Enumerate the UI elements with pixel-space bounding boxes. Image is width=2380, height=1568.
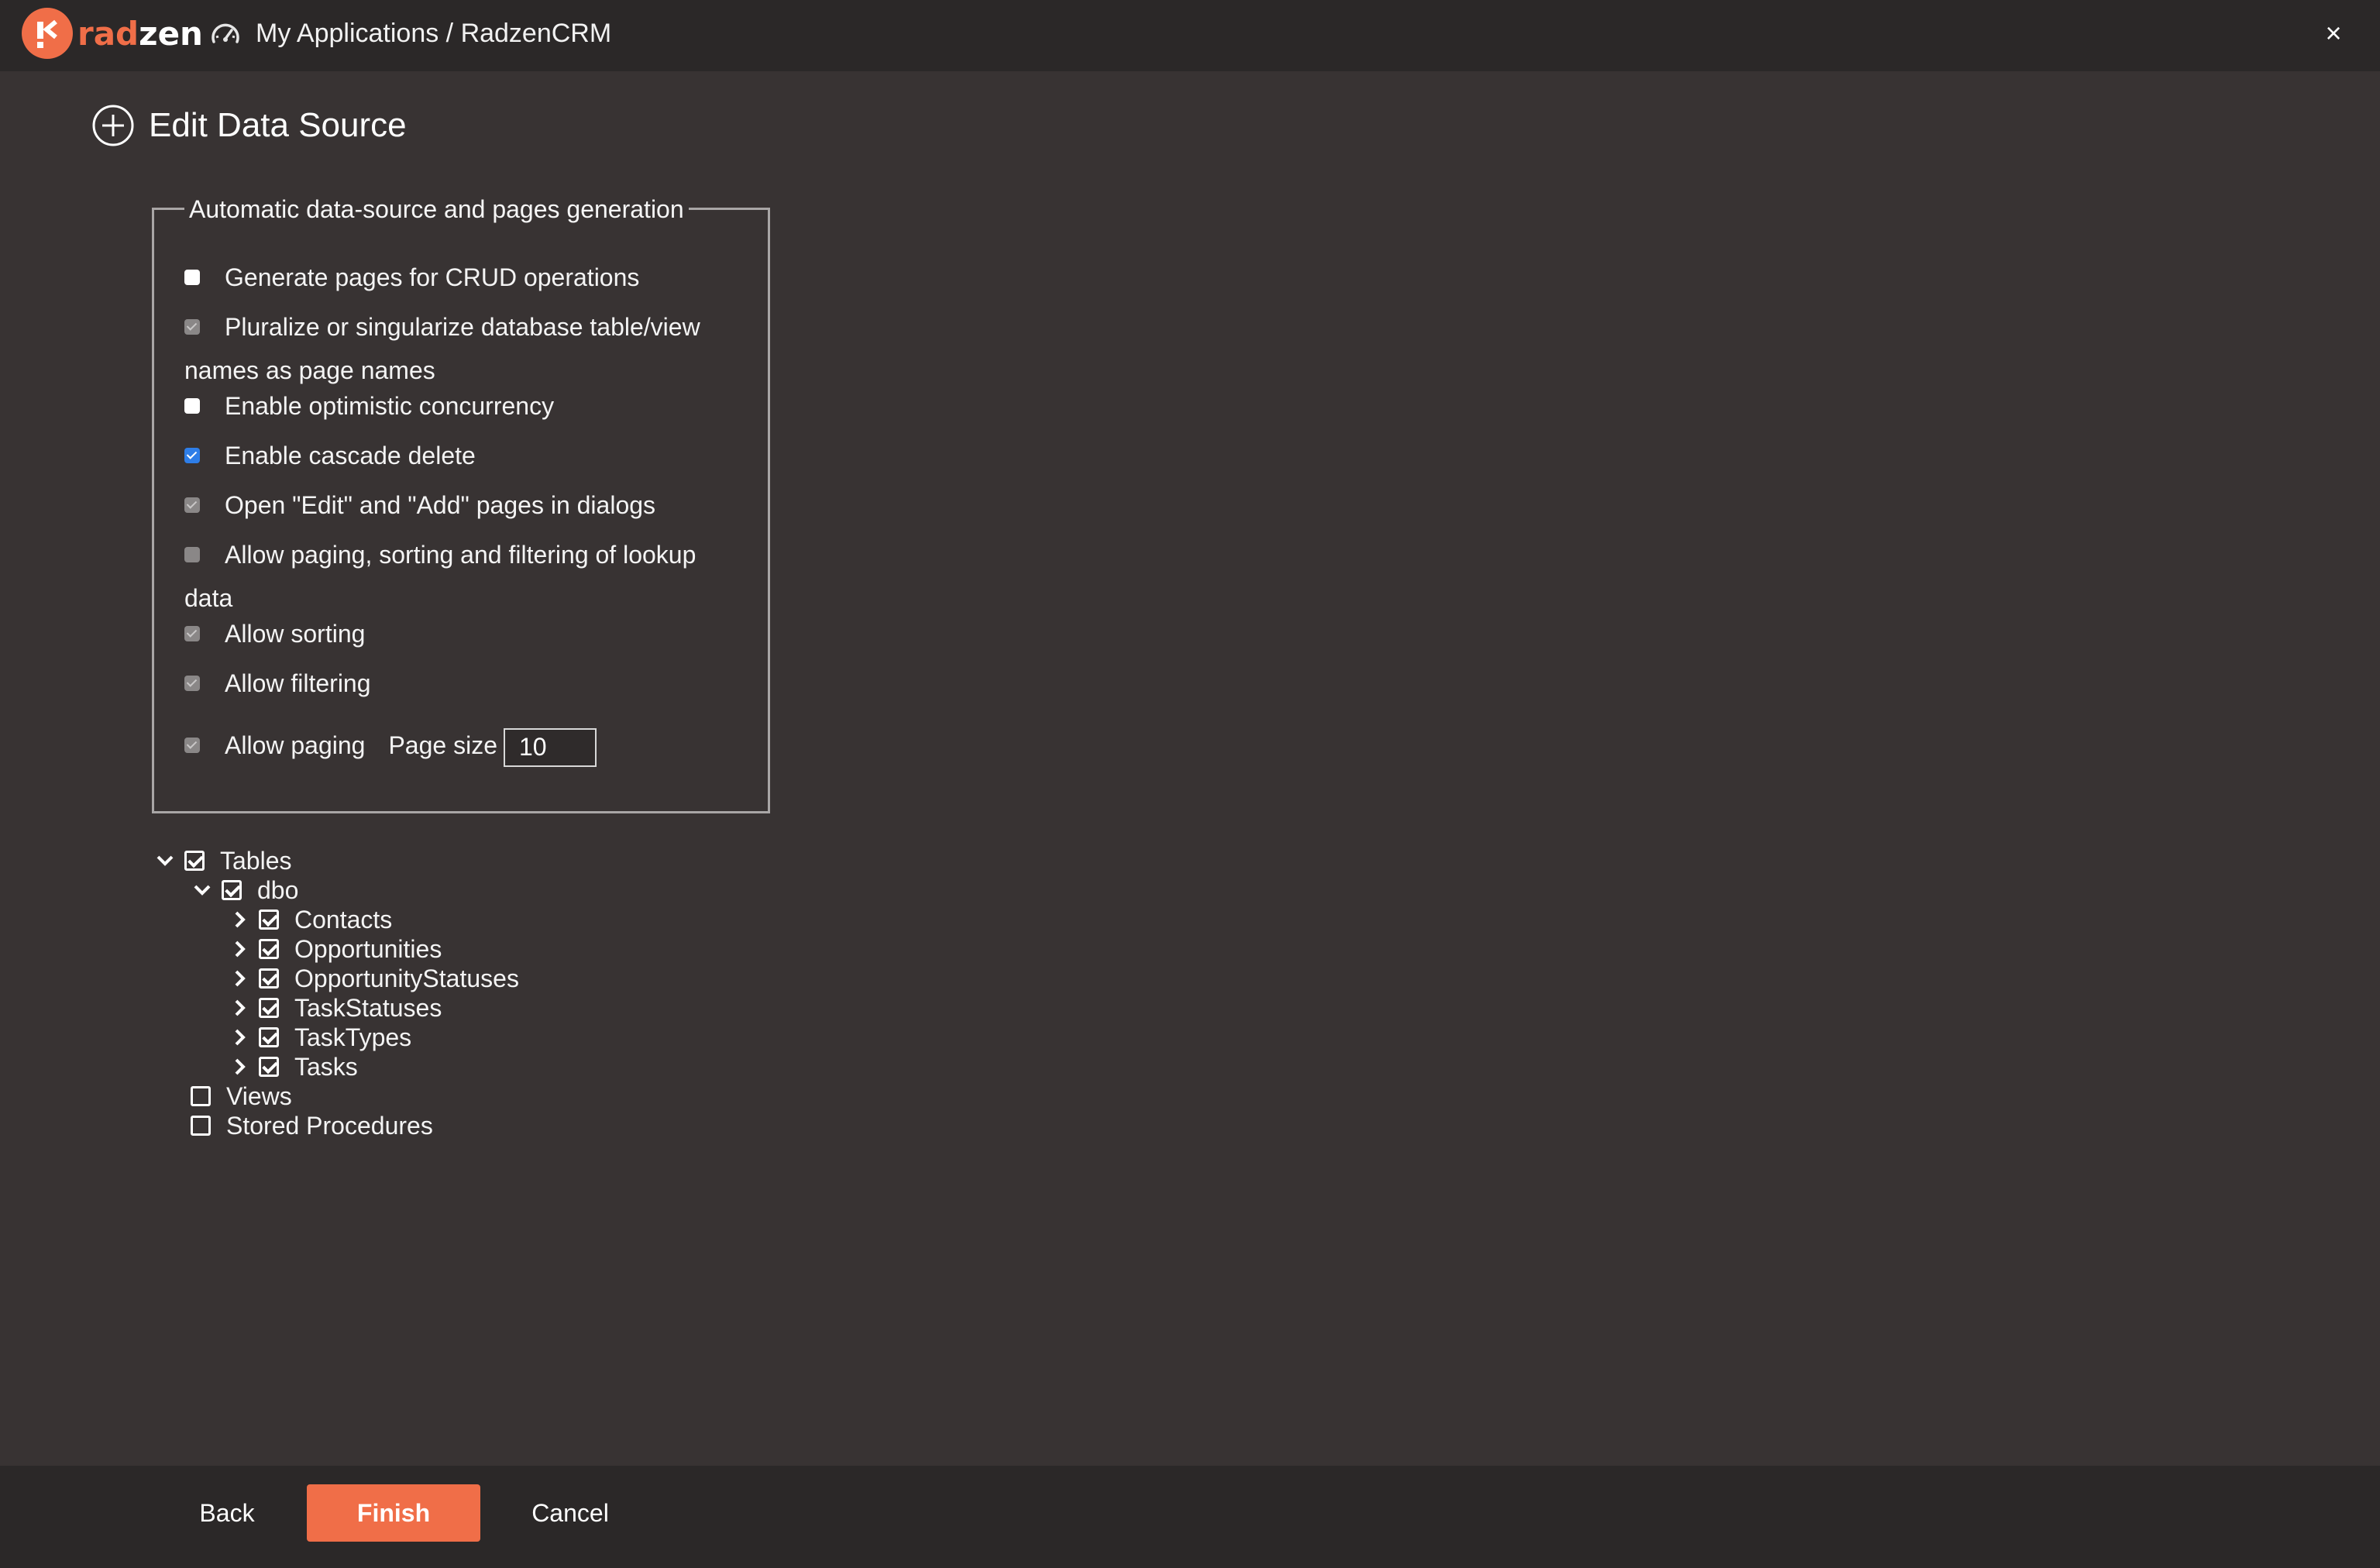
option-cascade[interactable]: Enable cascade delete (184, 434, 727, 477)
chevron-down-icon[interactable] (191, 879, 214, 902)
table-checkbox[interactable] (259, 939, 279, 959)
tree-node-stored-procedures[interactable]: Stored Procedures (191, 1111, 433, 1140)
lookup-label: Allow paging, sorting and filtering of l… (184, 541, 696, 612)
option-filtering[interactable]: Allow filtering (184, 662, 727, 705)
radzen-logo[interactable]: radzen (22, 8, 203, 59)
tree-node-tables[interactable]: Tables (153, 846, 292, 875)
tables-label: Tables (220, 846, 292, 875)
tree-node-table[interactable]: TaskStatuses (228, 993, 442, 1023)
dbo-label: dbo (257, 875, 299, 904)
table-checkbox[interactable] (259, 998, 279, 1018)
paging-checkbox[interactable] (184, 737, 200, 753)
crud-checkbox[interactable] (184, 269, 200, 285)
dialogs-label: Open "Edit" and "Add" pages in dialogs (225, 491, 656, 519)
tree-node-table[interactable]: Contacts (228, 905, 392, 934)
table-label: OpportunityStatuses (294, 964, 519, 992)
option-concurrency[interactable]: Enable optimistic concurrency (184, 384, 727, 428)
table-label: Opportunities (294, 934, 442, 963)
views-checkbox[interactable] (191, 1086, 211, 1106)
table-checkbox[interactable] (259, 1027, 279, 1047)
page-size-input[interactable] (503, 727, 597, 767)
top-bar: radzen My Applications / RadzenCRM × (0, 0, 2380, 71)
option-pluralize[interactable]: Pluralize or singularize database table/… (184, 305, 727, 392)
table-label: Tasks (294, 1052, 358, 1081)
logo-zen-text: zen (139, 14, 203, 53)
tree-node-views[interactable]: Views (191, 1081, 292, 1111)
table-checkbox[interactable] (259, 1057, 279, 1077)
views-label: Views (226, 1081, 292, 1110)
option-lookup[interactable]: Allow paging, sorting and filtering of l… (184, 533, 727, 620)
concurrency-label: Enable optimistic concurrency (225, 392, 555, 420)
option-sorting[interactable]: Allow sorting (184, 612, 727, 655)
table-checkbox[interactable] (259, 968, 279, 989)
cascade-label: Enable cascade delete (225, 442, 476, 469)
lookup-checkbox[interactable] (184, 546, 200, 562)
back-button[interactable]: Back (183, 1484, 271, 1542)
chevron-right-icon[interactable] (228, 937, 251, 961)
finish-button[interactable]: Finish (307, 1484, 480, 1542)
chevron-right-icon[interactable] (228, 967, 251, 990)
filtering-checkbox[interactable] (184, 675, 200, 691)
cascade-checkbox[interactable] (184, 447, 200, 463)
page-heading: Edit Data Source (91, 104, 407, 147)
fieldset-legend: Automatic data-source and pages generati… (184, 195, 689, 224)
close-button[interactable]: × (2318, 17, 2349, 50)
option-paging[interactable]: Allow paging Page size (184, 724, 727, 767)
cancel-button[interactable]: Cancel (518, 1484, 623, 1542)
chevron-right-icon[interactable] (228, 996, 251, 1020)
sorting-label: Allow sorting (225, 620, 366, 648)
dashboard-icon (212, 23, 239, 43)
option-dialogs[interactable]: Open "Edit" and "Add" pages in dialogs (184, 483, 727, 527)
dialogs-checkbox[interactable] (184, 497, 200, 513)
breadcrumb[interactable]: My Applications / RadzenCRM (256, 19, 611, 49)
sorting-checkbox[interactable] (184, 625, 200, 641)
chevron-right-icon[interactable] (228, 1055, 251, 1078)
dbo-checkbox[interactable] (222, 880, 242, 900)
paging-label: Allow paging (225, 731, 366, 759)
table-label: TaskStatuses (294, 993, 442, 1022)
page-title: Edit Data Source (149, 106, 407, 144)
concurrency-checkbox[interactable] (184, 397, 200, 414)
pluralize-label: Pluralize or singularize database table/… (184, 313, 700, 384)
tree-node-table[interactable]: OpportunityStatuses (228, 964, 519, 993)
logo-rad-text: rad (77, 14, 139, 53)
tree-node-dbo[interactable]: dbo (191, 875, 298, 905)
pluralize-checkbox[interactable] (184, 318, 200, 335)
chevron-right-icon[interactable] (228, 908, 251, 931)
filtering-label: Allow filtering (225, 669, 371, 697)
crud-label: Generate pages for CRUD operations (225, 263, 640, 291)
tree-node-table[interactable]: TaskTypes (228, 1023, 411, 1052)
stored-procedures-checkbox[interactable] (191, 1116, 211, 1136)
page-size-label: Page size (388, 731, 497, 759)
logo-wordmark: radzen (77, 15, 203, 53)
chevron-right-icon[interactable] (228, 1026, 251, 1049)
add-circle-icon (92, 105, 134, 146)
tables-checkbox[interactable] (184, 851, 205, 871)
table-label: Contacts (294, 905, 393, 934)
tree-node-table[interactable]: Tasks (228, 1052, 358, 1081)
tree-node-table[interactable]: Opportunities (228, 934, 442, 964)
radzen-logo-icon (22, 8, 73, 59)
chevron-down-icon[interactable] (153, 849, 177, 872)
stored-procedures-label: Stored Procedures (226, 1111, 433, 1140)
table-checkbox[interactable] (259, 910, 279, 930)
option-crud[interactable]: Generate pages for CRUD operations (184, 256, 727, 299)
table-label: TaskTypes (294, 1023, 412, 1051)
